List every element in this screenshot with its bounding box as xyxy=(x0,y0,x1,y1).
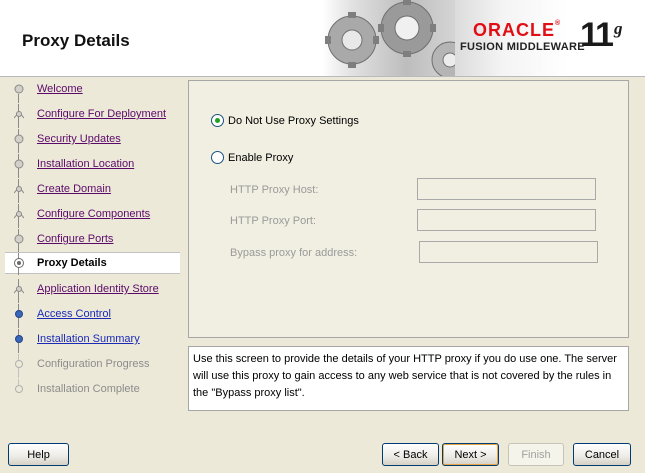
page-title: Proxy Details xyxy=(22,31,130,50)
nav-item-label: Access Control xyxy=(37,308,111,320)
proxy-settings-panel: Do Not Use Proxy Settings Enable Proxy H… xyxy=(188,80,629,338)
help-description: Use this screen to provide the details o… xyxy=(188,346,629,411)
nav-item-label: Installation Complete xyxy=(37,383,140,395)
nav-item-label: Configure Ports xyxy=(37,233,114,245)
enable-proxy-label: Enable Proxy xyxy=(228,152,294,164)
nav-item-configure-deployment[interactable]: Configure For Deployment xyxy=(5,104,181,128)
step-done-icon xyxy=(14,134,24,144)
nav-item-label: Create Domain xyxy=(37,183,111,195)
step-branch-icon xyxy=(14,211,24,219)
cancel-button[interactable]: Cancel xyxy=(573,443,631,466)
step-disabled-icon xyxy=(15,385,23,393)
nav-item-application-identity-store[interactable]: Application Identity Store xyxy=(5,279,181,303)
step-branch-icon xyxy=(14,186,24,194)
bypass-proxy-field[interactable] xyxy=(419,241,598,263)
step-branch-icon xyxy=(14,286,24,294)
step-current-icon xyxy=(14,258,24,268)
enable-proxy-radio[interactable] xyxy=(211,151,224,164)
nav-item-label: Welcome xyxy=(37,83,83,95)
step-pending-icon xyxy=(15,335,23,343)
nav-item-installation-summary[interactable]: Installation Summary xyxy=(5,329,181,353)
nav-item-label: Installation Summary xyxy=(37,333,140,345)
step-done-icon xyxy=(14,234,24,244)
http-proxy-host-label: HTTP Proxy Host: xyxy=(230,184,319,196)
nav-item-label: Configuration Progress xyxy=(37,358,150,370)
no-proxy-label: Do Not Use Proxy Settings xyxy=(228,115,359,127)
version-number: 11 xyxy=(580,16,614,54)
help-button[interactable]: Help xyxy=(8,443,69,466)
nav-item-proxy-details[interactable]: Proxy Details xyxy=(5,252,180,275)
step-branch-icon xyxy=(14,111,24,119)
nav-item-label: Security Updates xyxy=(37,133,121,145)
nav-item-installation-location[interactable]: Installation Location xyxy=(5,154,181,178)
product-name: FUSION MIDDLEWARE xyxy=(460,41,585,53)
nav-item-welcome[interactable]: Welcome xyxy=(5,79,181,103)
header-banner: Proxy Details ORACLE® FUSION MIDDLEWARE … xyxy=(0,0,645,77)
no-proxy-radio[interactable] xyxy=(211,114,224,127)
nav-item-label: Configure Components xyxy=(37,208,151,220)
http-proxy-host-field[interactable] xyxy=(417,178,596,200)
nav-item-access-control[interactable]: Access Control xyxy=(5,304,181,328)
gears-icon xyxy=(325,0,462,76)
step-done-icon xyxy=(14,159,24,169)
gears-graphic xyxy=(322,0,462,76)
nav-item-configuration-progress: Configuration Progress xyxy=(5,354,181,378)
nav-item-label: Installation Location xyxy=(37,158,135,170)
step-navigation: Welcome Configure For Deployment Securit… xyxy=(5,79,181,429)
nav-item-installation-complete: Installation Complete xyxy=(5,379,181,401)
step-disabled-icon xyxy=(15,360,23,368)
nav-item-create-domain[interactable]: Create Domain xyxy=(5,179,181,203)
nav-item-configure-ports[interactable]: Configure Ports xyxy=(5,229,181,253)
finish-button: Finish xyxy=(508,443,564,466)
nav-item-label: Proxy Details xyxy=(37,257,107,269)
version-letter: g xyxy=(614,19,623,38)
nav-item-label: Configure For Deployment xyxy=(37,108,167,120)
bypass-proxy-label: Bypass proxy for address: xyxy=(230,247,358,259)
nav-item-security-updates[interactable]: Security Updates xyxy=(5,129,181,153)
step-done-icon xyxy=(14,84,24,94)
http-proxy-port-field[interactable] xyxy=(417,209,596,231)
http-proxy-port-label: HTTP Proxy Port: xyxy=(230,215,316,227)
step-pending-icon xyxy=(15,310,23,318)
nav-item-label: Application Identity Store xyxy=(37,283,159,295)
oracle-logo: ORACLE® xyxy=(473,20,562,40)
next-button[interactable]: Next > xyxy=(442,443,499,466)
nav-item-configure-components[interactable]: Configure Components xyxy=(5,204,181,228)
back-button[interactable]: < Back xyxy=(382,443,439,466)
